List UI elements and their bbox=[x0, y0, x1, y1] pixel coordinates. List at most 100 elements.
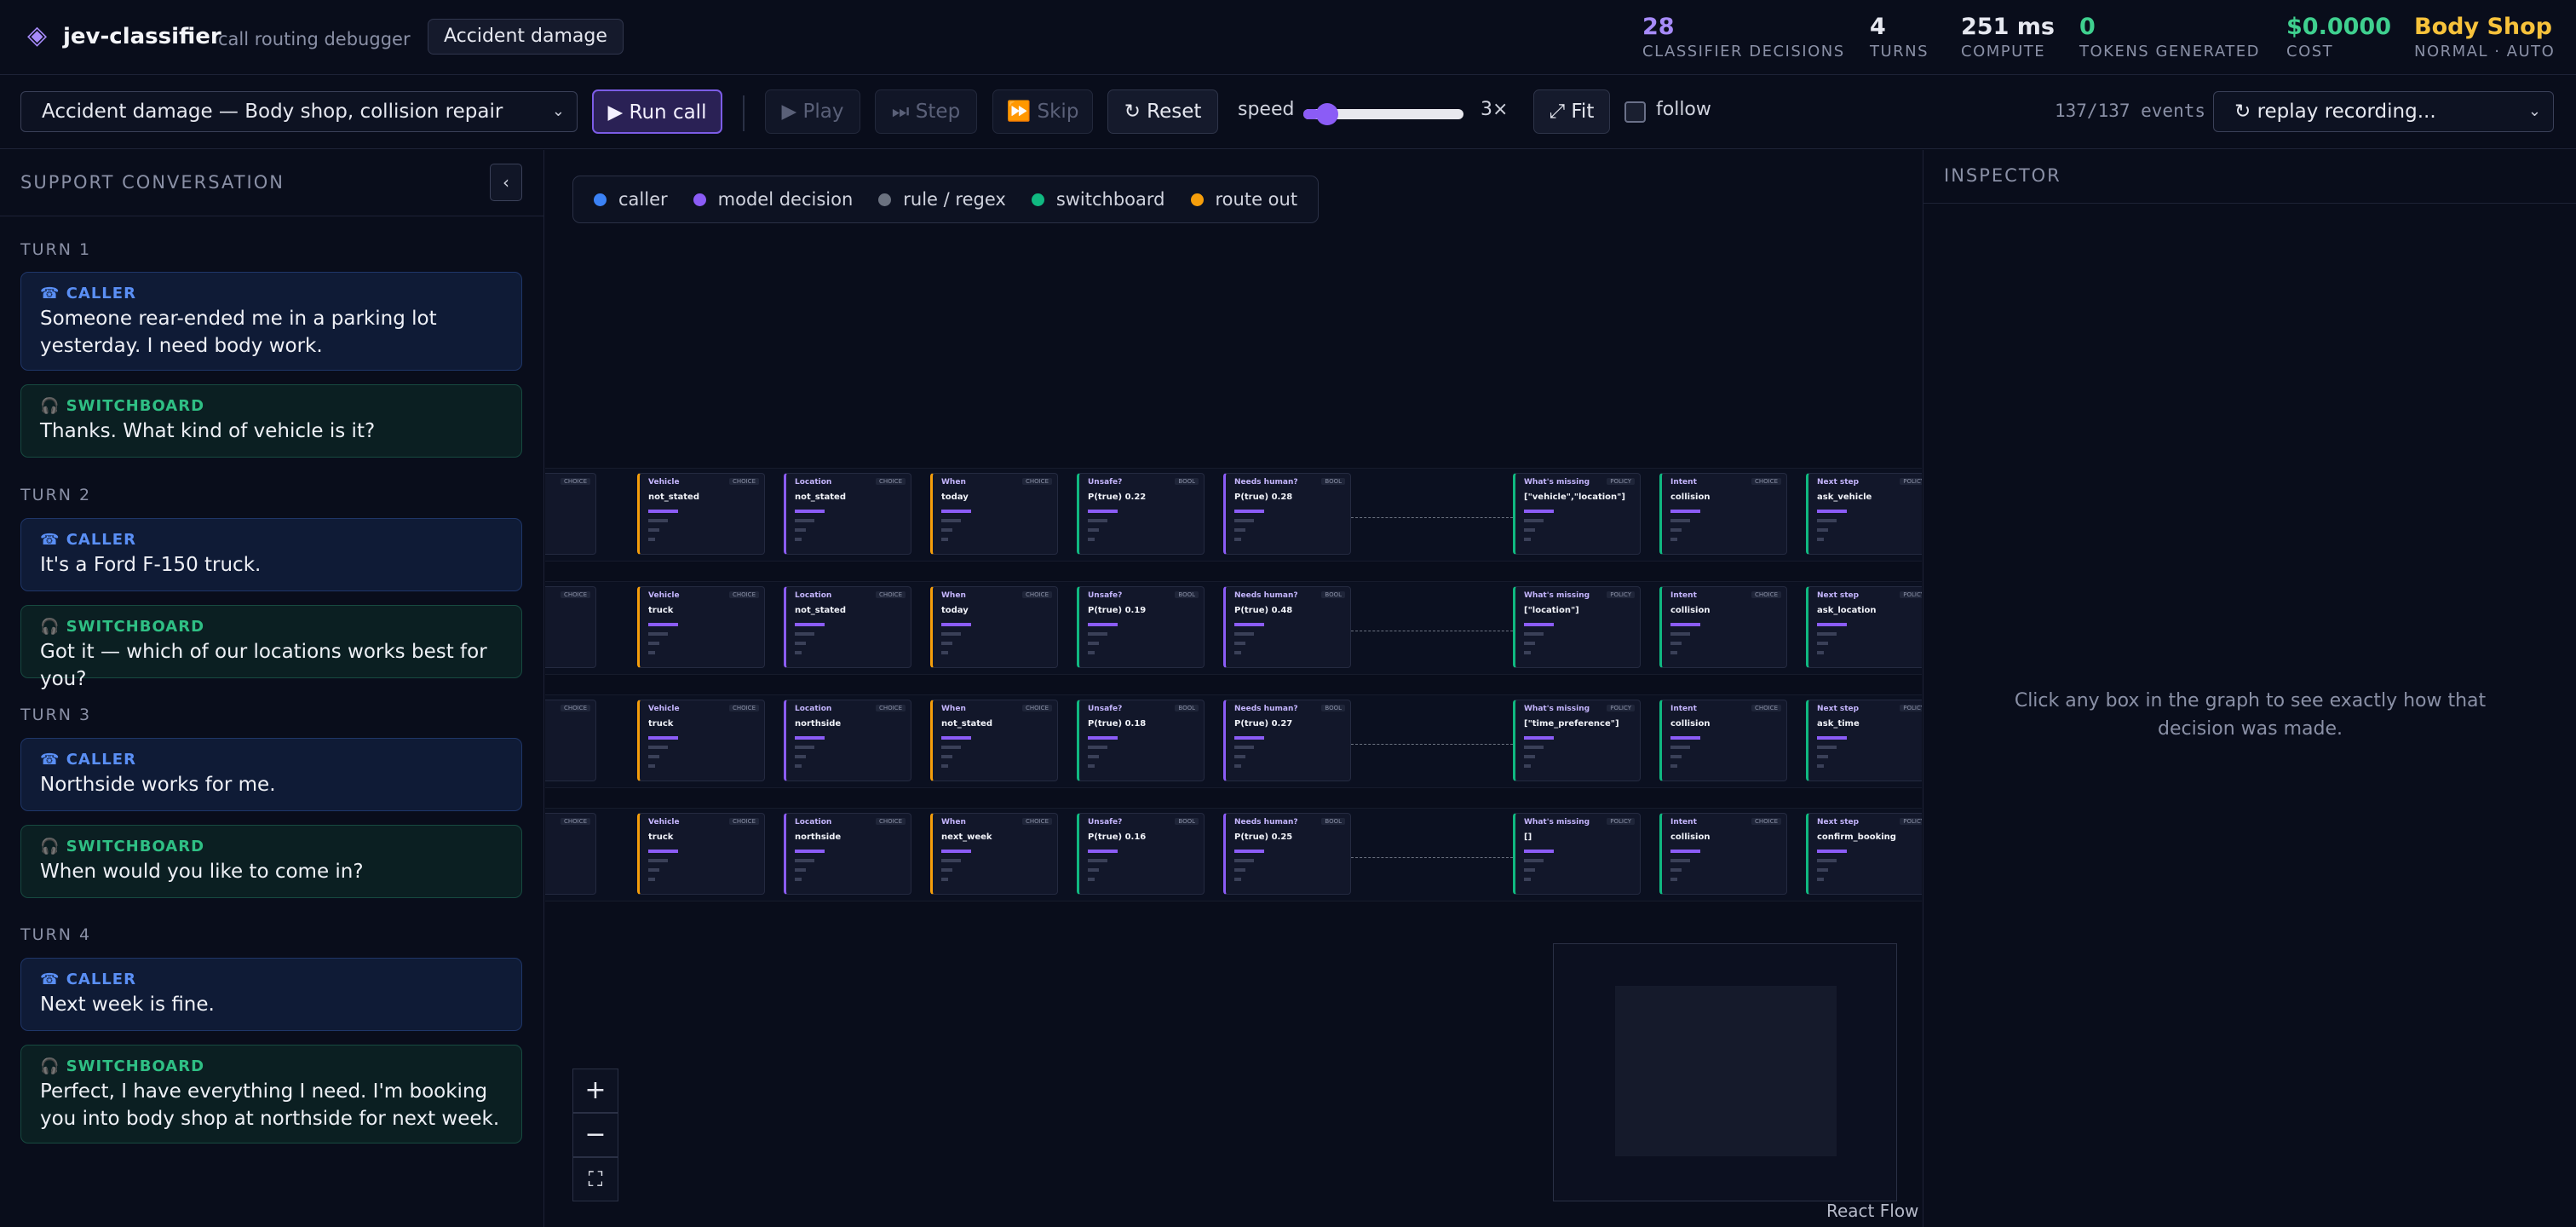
node-intent[interactable]: Intent CHOICE collision bbox=[1659, 586, 1787, 668]
probability-bar bbox=[795, 648, 904, 657]
probability-fill bbox=[1234, 755, 1245, 758]
node-probability-bars bbox=[795, 619, 904, 657]
probability-bar bbox=[1670, 846, 1780, 855]
node-partial[interactable]: CHOICE bbox=[545, 700, 596, 781]
node-value: P(true) 0.48 bbox=[1234, 606, 1293, 615]
node-unsafe[interactable]: Unsafe? BOOL P(true) 0.18 bbox=[1077, 700, 1205, 781]
probability-fill bbox=[941, 651, 948, 654]
node-missing[interactable]: What's missing POLICY [] bbox=[1513, 813, 1641, 895]
node-title: When bbox=[941, 818, 966, 827]
probability-bar bbox=[1234, 752, 1343, 761]
node-vehicle[interactable]: Vehicle CHOICE truck bbox=[637, 813, 765, 895]
node-human[interactable]: Needs human? BOOL P(true) 0.27 bbox=[1223, 700, 1351, 781]
node-missing[interactable]: What's missing POLICY ["time_preference"] bbox=[1513, 700, 1641, 781]
node-location[interactable]: Location CHOICE northside bbox=[784, 700, 911, 781]
probability-bar bbox=[545, 742, 589, 752]
node-location[interactable]: Location CHOICE not_stated bbox=[784, 586, 911, 668]
run-call-button[interactable]: ▶ Run call bbox=[592, 89, 722, 134]
probability-bar bbox=[1524, 506, 1633, 516]
node-tag: POLICY bbox=[1900, 818, 1922, 825]
node-intent[interactable]: Intent CHOICE collision bbox=[1659, 813, 1787, 895]
probability-bar bbox=[941, 865, 1050, 874]
play-button[interactable]: ▶ Play bbox=[765, 89, 860, 134]
graph-edge bbox=[1351, 517, 1513, 518]
speed-slider[interactable] bbox=[1303, 103, 1463, 125]
node-probability-bars bbox=[545, 506, 589, 544]
node-human[interactable]: Needs human? BOOL P(true) 0.25 bbox=[1223, 813, 1351, 895]
node-intent[interactable]: Intent CHOICE collision bbox=[1659, 700, 1787, 781]
inspector-title: INSPECTOR bbox=[1944, 165, 2061, 186]
node-when[interactable]: When CHOICE next_week bbox=[930, 813, 1058, 895]
node-location[interactable]: Location CHOICE northside bbox=[784, 813, 911, 895]
node-probability-bars bbox=[1524, 619, 1633, 657]
node-partial[interactable]: CHOICE bbox=[545, 813, 596, 895]
node-tag: CHOICE bbox=[1751, 705, 1781, 711]
probability-fill bbox=[1234, 632, 1254, 636]
node-next[interactable]: Next step POLICY ask_vehicle bbox=[1806, 473, 1922, 555]
node-probability-bars bbox=[545, 619, 589, 657]
follow-checkbox[interactable] bbox=[1624, 101, 1646, 123]
node-when[interactable]: When CHOICE today bbox=[930, 586, 1058, 668]
probability-bar bbox=[545, 619, 589, 629]
node-partial[interactable]: CHOICE bbox=[545, 473, 596, 555]
node-title: Vehicle bbox=[648, 478, 680, 487]
replay-select[interactable]: ↻ replay recording... ⌄ bbox=[2213, 91, 2554, 132]
probability-fill bbox=[1670, 878, 1677, 881]
probability-bar bbox=[1234, 761, 1343, 770]
probability-fill bbox=[1524, 878, 1531, 881]
node-probability-bars bbox=[1670, 619, 1780, 657]
fullscreen-icon[interactable]: ⛶ bbox=[572, 1157, 618, 1201]
node-next[interactable]: Next step POLICY confirm_booking bbox=[1806, 813, 1922, 895]
probability-bar bbox=[1524, 752, 1633, 761]
probability-fill bbox=[795, 850, 825, 853]
node-human[interactable]: Needs human? BOOL P(true) 0.48 bbox=[1223, 586, 1351, 668]
probability-bar bbox=[648, 733, 757, 742]
node-tag: POLICY bbox=[1900, 478, 1922, 485]
fit-button[interactable]: ⤢ Fit bbox=[1533, 89, 1610, 134]
node-partial[interactable]: CHOICE bbox=[545, 586, 596, 668]
node-missing[interactable]: What's missing POLICY ["location"] bbox=[1513, 586, 1641, 668]
probability-fill bbox=[648, 510, 678, 513]
node-vehicle[interactable]: Vehicle CHOICE truck bbox=[637, 700, 765, 781]
node-value: northside bbox=[795, 832, 842, 842]
zoom-out-button[interactable]: − bbox=[572, 1113, 618, 1157]
node-probability-bars bbox=[1524, 733, 1633, 770]
node-when[interactable]: When CHOICE today bbox=[930, 473, 1058, 555]
node-value: [] bbox=[1524, 832, 1532, 842]
node-vehicle[interactable]: Vehicle CHOICE not_stated bbox=[637, 473, 765, 555]
speed-slider-handle[interactable] bbox=[1316, 103, 1338, 125]
skip-button[interactable]: ⏩ Skip bbox=[992, 89, 1093, 134]
graph-canvas[interactable]: caller model decision rule / regex switc… bbox=[545, 150, 1922, 1227]
node-human[interactable]: Needs human? BOOL P(true) 0.28 bbox=[1223, 473, 1351, 555]
probability-bar bbox=[545, 855, 589, 865]
node-intent[interactable]: Intent CHOICE collision bbox=[1659, 473, 1787, 555]
node-value: collision bbox=[1670, 832, 1711, 842]
node-vehicle[interactable]: Vehicle CHOICE truck bbox=[637, 586, 765, 668]
probability-fill bbox=[1817, 623, 1847, 626]
node-missing[interactable]: What's missing POLICY ["vehicle","location… bbox=[1513, 473, 1641, 555]
step-button[interactable]: ⏭ Step bbox=[875, 89, 977, 134]
reset-button[interactable]: ↻ Reset bbox=[1107, 89, 1218, 134]
node-next[interactable]: Next step POLICY ask_time bbox=[1806, 700, 1922, 781]
node-probability-bars bbox=[1670, 733, 1780, 770]
node-when[interactable]: When CHOICE not_stated bbox=[930, 700, 1058, 781]
minimap[interactable] bbox=[1553, 943, 1897, 1201]
node-location[interactable]: Location CHOICE not_stated bbox=[784, 473, 911, 555]
probability-bar bbox=[941, 516, 1050, 525]
scenario-select[interactable]: Accident damage — Body shop, collision r… bbox=[20, 91, 578, 132]
probability-bar bbox=[795, 865, 904, 874]
probability-fill bbox=[1088, 510, 1118, 513]
probability-bar bbox=[1817, 648, 1922, 657]
minimap-viewport[interactable] bbox=[1615, 986, 1837, 1156]
node-probability-bars bbox=[941, 733, 1050, 770]
node-unsafe[interactable]: Unsafe? BOOL P(true) 0.16 bbox=[1077, 813, 1205, 895]
node-unsafe[interactable]: Unsafe? BOOL P(true) 0.22 bbox=[1077, 473, 1205, 555]
node-next[interactable]: Next step POLICY ask_location bbox=[1806, 586, 1922, 668]
zoom-in-button[interactable]: + bbox=[572, 1069, 618, 1113]
probability-fill bbox=[1524, 755, 1535, 758]
node-unsafe[interactable]: Unsafe? BOOL P(true) 0.19 bbox=[1077, 586, 1205, 668]
collapse-pane-button[interactable]: ‹ bbox=[490, 164, 522, 201]
react-flow-attribution[interactable]: React Flow bbox=[1826, 1201, 1918, 1221]
probability-bar bbox=[1817, 733, 1922, 742]
probability-fill bbox=[941, 755, 952, 758]
